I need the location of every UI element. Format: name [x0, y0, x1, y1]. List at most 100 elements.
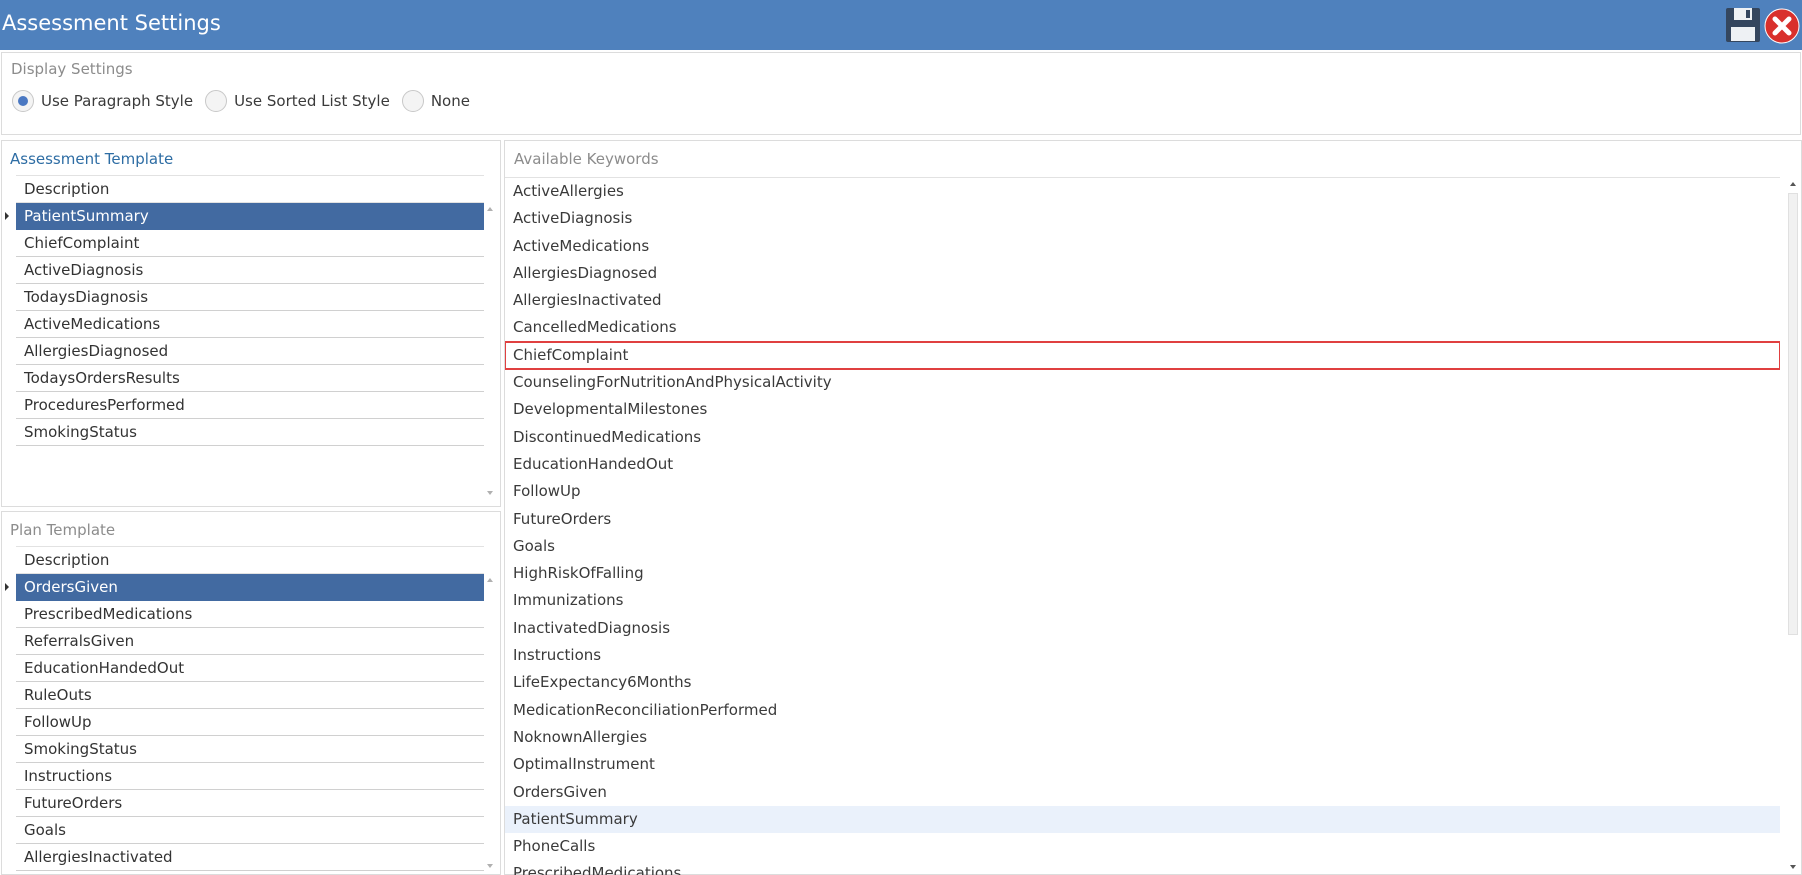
- table-row[interactable]: Instructions: [16, 763, 484, 790]
- table-row[interactable]: FollowUp: [16, 709, 484, 736]
- table-row[interactable]: FutureOrders: [16, 790, 484, 817]
- scroll-up-arrow-icon[interactable]: [487, 578, 493, 582]
- table-row[interactable]: SmokingStatus: [16, 736, 484, 763]
- keyword-item[interactable]: HighRiskOfFalling: [505, 560, 1780, 587]
- keyword-item[interactable]: CancelledMedications: [505, 314, 1780, 341]
- keyword-item[interactable]: Instructions: [505, 642, 1780, 669]
- available-keywords-panel: Available Keywords ActiveAllergies Active…: [504, 140, 1802, 875]
- keywords-scrollbar[interactable]: [1787, 177, 1799, 874]
- radio-label: None: [430, 92, 470, 110]
- scroll-down-arrow-icon[interactable]: [487, 491, 493, 495]
- radio-button-checked[interactable]: [12, 90, 34, 112]
- available-keywords-list: ActiveAllergies ActiveDiagnosis ActiveMedi…: [505, 177, 1780, 875]
- row-description: EducationHandedOut: [24, 659, 185, 677]
- table-row[interactable]: PatientSummary: [5, 203, 484, 230]
- keyword-item[interactable]: AllergiesDiagnosed: [505, 260, 1780, 287]
- plan-scrollbar[interactable]: [484, 572, 498, 874]
- description-column-header[interactable]: Description: [16, 546, 484, 574]
- window-title: Assessment Settings: [2, 11, 221, 35]
- table-row[interactable]: ProceduresPerformed: [16, 392, 484, 419]
- table-row[interactable]: AllergiesDiagnosed: [16, 338, 484, 365]
- keyword-item[interactable]: InactivatedDiagnosis: [505, 615, 1780, 642]
- scroll-down-arrow-icon[interactable]: [487, 864, 493, 868]
- radio-button[interactable]: [401, 90, 424, 112]
- plan-template-label: Plan Template: [10, 521, 116, 539]
- keyword-item[interactable]: ActiveDiagnosis: [505, 205, 1780, 232]
- scroll-down-arrow-icon[interactable]: [1790, 865, 1796, 869]
- assessment-template-grid: Description PatientSummary ChiefComplaint…: [5, 175, 484, 446]
- keyword-item[interactable]: OptimalInstrument: [505, 751, 1780, 778]
- assessment-template-panel: Assessment Template Description PatientS…: [1, 140, 501, 507]
- assessment-template-label: Assessment Template: [10, 150, 174, 168]
- table-row[interactable]: TodaysDiagnosis: [16, 284, 484, 311]
- keyword-item[interactable]: PrescribedMedications: [505, 860, 1780, 875]
- table-row[interactable]: ActiveMedications: [16, 311, 484, 338]
- keyword-item[interactable]: ActiveAllergies: [505, 178, 1780, 205]
- row-description: PrescribedMedications: [24, 605, 193, 623]
- row-description: Instructions: [24, 767, 113, 785]
- available-keywords-label: Available Keywords: [514, 150, 659, 168]
- keyword-item[interactable]: PatientSummary: [505, 805, 1780, 834]
- radio-button[interactable]: [205, 90, 228, 112]
- save-icon[interactable]: [1725, 7, 1761, 43]
- scroll-up-arrow-icon[interactable]: [487, 207, 493, 211]
- row-description: RuleOuts: [24, 686, 92, 704]
- table-row[interactable]: ActiveDiagnosis: [16, 257, 484, 284]
- row-indicator-icon: [5, 583, 9, 591]
- row-description: ActiveDiagnosis: [24, 261, 144, 279]
- row-description: ReferralsGiven: [24, 632, 135, 650]
- keyword-item[interactable]: DiscontinuedMedications: [505, 424, 1780, 451]
- table-row[interactable]: TodaysOrdersResults: [16, 365, 484, 392]
- keyword-item[interactable]: OrdersGiven: [505, 779, 1780, 806]
- keyword-item[interactable]: LifeExpectancy6Months: [505, 669, 1780, 696]
- table-row[interactable]: AllergiesInactivated: [16, 844, 484, 871]
- close-icon[interactable]: [1764, 8, 1800, 44]
- row-description: TodaysOrdersResults: [24, 369, 180, 387]
- row-description: ActiveMedications: [24, 315, 161, 333]
- keyword-item[interactable]: ChiefComplaint: [505, 340, 1780, 371]
- plan-template-panel: Plan Template Description OrdersGiven Pre…: [1, 511, 501, 875]
- table-row[interactable]: Goals: [16, 817, 484, 844]
- keyword-item[interactable]: FollowUp: [505, 478, 1780, 505]
- table-row[interactable]: ChiefComplaint: [16, 230, 484, 257]
- display-settings-group: Display Settings Use Paragraph Style Use…: [1, 52, 1801, 135]
- keyword-item[interactable]: Immunizations: [505, 587, 1780, 614]
- keyword-item[interactable]: CounselingForNutritionAndPhysicalActivit…: [505, 369, 1780, 396]
- table-row[interactable]: EducationHandedOut: [16, 655, 484, 682]
- keyword-item[interactable]: PhoneCalls: [505, 833, 1780, 860]
- keyword-item[interactable]: Goals: [505, 533, 1780, 560]
- radio-paragraph-style[interactable]: Use Paragraph Style: [12, 90, 193, 112]
- table-row[interactable]: PrescribedMedications: [16, 601, 484, 628]
- row-description: ProceduresPerformed: [24, 396, 185, 414]
- row-description: PatientSummary: [24, 207, 149, 225]
- keyword-item[interactable]: MedicationReconciliationPerformed: [505, 697, 1780, 724]
- row-description: SmokingStatus: [24, 423, 137, 441]
- keyword-item[interactable]: DevelopmentalMilestones: [505, 396, 1780, 423]
- assessment-scrollbar[interactable]: [484, 201, 498, 505]
- plan-template-rows: OrdersGiven PrescribedMedications Referral…: [5, 574, 484, 871]
- radio-none[interactable]: None: [401, 90, 470, 112]
- keyword-item[interactable]: ActiveMedications: [505, 233, 1780, 260]
- table-row[interactable]: ReferralsGiven: [16, 628, 484, 655]
- keyword-item[interactable]: AllergiesInactivated: [505, 287, 1780, 314]
- table-row[interactable]: OrdersGiven: [5, 574, 484, 601]
- row-description: AllergiesInactivated: [24, 848, 173, 866]
- assessment-template-rows: PatientSummary ChiefComplaint ActiveDiagno…: [5, 203, 484, 446]
- description-column-header[interactable]: Description: [16, 175, 484, 203]
- radio-label: Use Paragraph Style: [41, 92, 194, 110]
- plan-template-grid: Description OrdersGiven PrescribedMedicat…: [5, 546, 484, 871]
- table-row[interactable]: RuleOuts: [16, 682, 484, 709]
- keyword-item[interactable]: FutureOrders: [505, 506, 1780, 533]
- scrollbar-thumb[interactable]: [1788, 193, 1798, 635]
- row-description: ChiefComplaint: [24, 234, 140, 252]
- radio-label: Use Sorted List Style: [234, 92, 390, 110]
- row-indicator-icon: [5, 212, 9, 220]
- display-settings-label: Display Settings: [11, 60, 133, 78]
- keyword-item[interactable]: EducationHandedOut: [505, 451, 1780, 478]
- radio-sorted-list-style[interactable]: Use Sorted List Style: [205, 90, 390, 112]
- title-bar: Assessment Settings: [0, 0, 1802, 50]
- row-description: AllergiesDiagnosed: [24, 342, 169, 360]
- keyword-item[interactable]: NoknownAllergies: [505, 724, 1780, 751]
- table-row[interactable]: SmokingStatus: [16, 419, 484, 446]
- scroll-up-arrow-icon[interactable]: [1790, 182, 1796, 186]
